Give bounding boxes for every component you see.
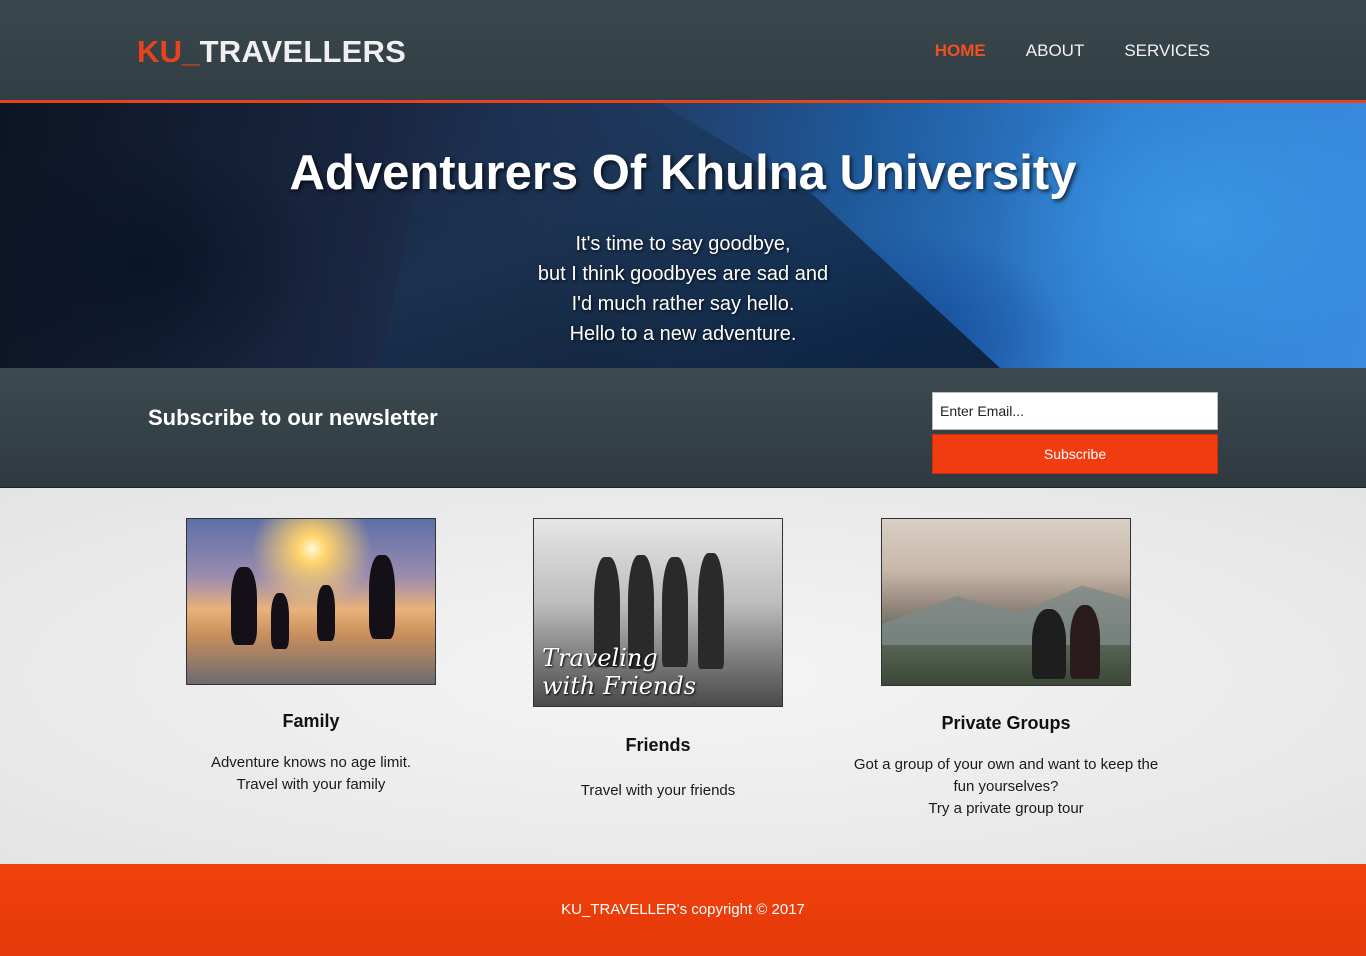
email-input[interactable] — [932, 392, 1218, 430]
brand-accent: KU_ — [137, 34, 200, 69]
card-private-groups: Private Groups Got a group of your own a… — [806, 518, 1206, 820]
card-text: Got a group of your own and want to keep… — [853, 756, 1159, 817]
site-header: KU_TRAVELLERS HOME ABOUT SERVICES — [0, 0, 1366, 103]
group-mountain-photo — [881, 518, 1131, 686]
card-title: Private Groups — [941, 713, 1071, 733]
hero-quote: It's time to say goodbye, but I think go… — [537, 233, 829, 345]
card-title: Family — [282, 711, 340, 731]
card-friends: Traveling with Friends Friends Travel wi… — [508, 518, 808, 802]
nav-services[interactable]: SERVICES — [1124, 41, 1210, 61]
newsletter-heading: Subscribe to our newsletter — [148, 405, 438, 430]
nav-home[interactable]: HOME — [935, 41, 986, 61]
newsletter-section: Subscribe to our newsletter Subscribe — [0, 368, 1366, 488]
brand-name: TRAVELLERS — [199, 34, 407, 69]
friends-vintage-photo: Traveling with Friends — [533, 518, 783, 707]
hero-banner: Adventurers Of Khulna University It's ti… — [0, 103, 1366, 368]
hero-title: Adventurers Of Khulna University — [289, 146, 1077, 200]
family-beach-photo — [186, 518, 436, 685]
card-text: Adventure knows no age limit. Travel wit… — [210, 754, 412, 793]
card-title: Friends — [625, 735, 691, 755]
services-cards: Family Adventure knows no age limit. Tra… — [0, 488, 1366, 864]
card-text: Travel with your friends — [580, 782, 736, 799]
main-nav: HOME ABOUT SERVICES — [935, 41, 1210, 61]
nav-about[interactable]: ABOUT — [1026, 41, 1085, 61]
brand-logo[interactable]: KU_TRAVELLERS — [137, 34, 406, 70]
copyright-text: KU_TRAVELLER's copyright © 2017 — [561, 901, 805, 918]
card-family: Family Adventure knows no age limit. Tra… — [161, 518, 461, 796]
subscribe-button[interactable]: Subscribe — [932, 434, 1218, 474]
site-footer: KU_TRAVELLER's copyright © 2017 — [0, 864, 1366, 956]
photo-caption: Traveling with Friends — [542, 644, 697, 700]
